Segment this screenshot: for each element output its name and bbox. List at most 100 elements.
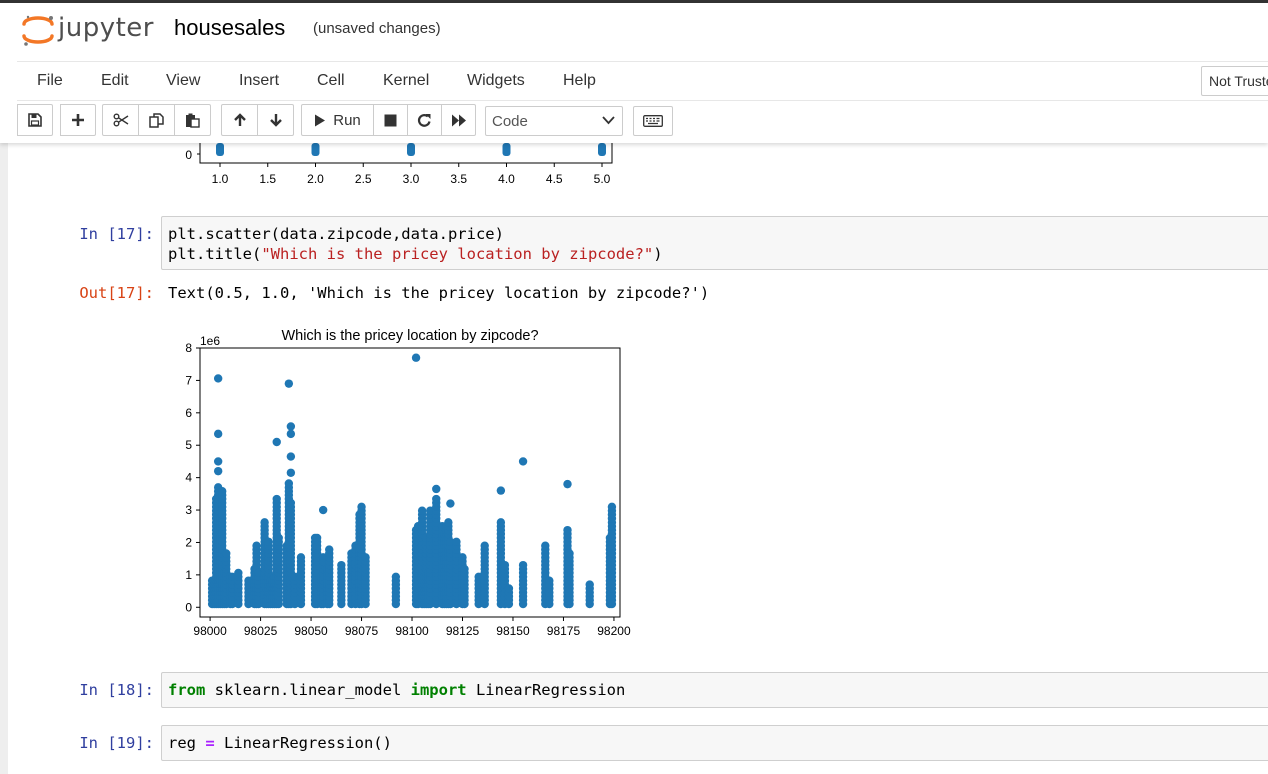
scatter-point: [518, 560, 528, 570]
scatter-point: [218, 487, 227, 496]
menu-edit[interactable]: Edit: [101, 72, 129, 90]
menu-widgets[interactable]: Widgets: [467, 72, 525, 90]
scatter-point: [391, 572, 401, 582]
cell-17-input[interactable]: plt.scatter(data.zipcode,data.price) plt…: [161, 216, 1268, 270]
x-tick-label: 4.5: [546, 172, 563, 186]
scatter-point: [286, 429, 296, 439]
scatter-point: [452, 537, 461, 547]
scatter-plot: Which is the pricey location by zipcode?…: [185, 328, 631, 638]
scatter-point: [213, 466, 223, 476]
x-tick-label: 98075: [345, 624, 379, 638]
x-tick-label: 1.0: [212, 172, 229, 186]
x-tick-label: 98000: [193, 624, 227, 638]
save-icon: [28, 113, 42, 127]
scatter-point: [545, 576, 554, 585]
scatter-point: [504, 584, 514, 593]
insert-cell-button[interactable]: [60, 104, 96, 136]
menu-file[interactable]: File: [37, 72, 63, 90]
scatter-point: [234, 568, 243, 578]
cell-19-input[interactable]: reg = LinearRegression(): [161, 725, 1268, 761]
stop-icon: [384, 114, 397, 126]
scatter-point: [286, 468, 296, 477]
run-all-button[interactable]: [441, 104, 476, 136]
save-button[interactable]: [17, 104, 53, 136]
fast-forward-icon: [451, 114, 466, 126]
x-tick-label: 98125: [446, 624, 480, 638]
move-up-button[interactable]: [221, 104, 258, 136]
code-call: plt.title(: [168, 245, 262, 263]
save-status: (unsaved changes): [313, 20, 441, 37]
toolbar-group-save: [17, 104, 53, 136]
scatter-point: [272, 437, 281, 447]
notebook-header: jupyter housesales (unsaved changes) Fil…: [0, 3, 1268, 143]
scatter-point: [264, 537, 273, 547]
menu-insert[interactable]: Insert: [239, 72, 279, 90]
notebook-name[interactable]: housesales: [174, 15, 285, 41]
x-tick-label: 1.5: [259, 172, 276, 186]
scatter-point: [607, 502, 617, 512]
cell-19-input-prompt: In [19]:: [79, 734, 154, 752]
scatter-point: [460, 564, 469, 574]
scatter-point: [444, 518, 453, 527]
scatter-point: [213, 457, 223, 466]
cell-18-input[interactable]: from sklearn.linear_model import LinearR…: [161, 672, 1268, 708]
menu-help[interactable]: Help: [563, 72, 596, 90]
scatter-point: [361, 553, 370, 562]
scatter-point: [284, 479, 294, 488]
previous-plot-output: 0 1.0 1.5 2.0 2.5 3.0 3.5 4.0 4.5 5.0: [185, 143, 613, 186]
run-button[interactable]: Run: [301, 104, 374, 136]
chevron-down-icon: [602, 116, 615, 125]
scatter-point: [222, 549, 231, 558]
x-tick-label: 98200: [597, 624, 631, 638]
jupyter-logo-text: jupyter: [58, 13, 154, 43]
scatter-point: [286, 422, 296, 431]
paste-button[interactable]: [174, 104, 211, 136]
bar-stack-mark: [598, 143, 606, 156]
scatter-point: [500, 560, 510, 570]
keyword-import: import: [410, 681, 467, 699]
cut-button[interactable]: [102, 104, 139, 136]
menu-bar: File Edit View Insert Cell Kernel Widgets Help: [17, 61, 1268, 101]
bar-stack-mark: [311, 143, 320, 156]
copy-button[interactable]: [138, 104, 175, 136]
scatter-point: [357, 502, 366, 512]
scatter-point: [432, 484, 441, 494]
scatter-point: [274, 533, 283, 543]
x-tick-label: 3.0: [403, 172, 420, 186]
scatter-point: [417, 506, 427, 515]
cell-type-select[interactable]: Code: [485, 106, 623, 136]
scatter-point: [252, 541, 261, 550]
menu-cell[interactable]: Cell: [317, 72, 345, 90]
move-down-button[interactable]: [257, 104, 294, 136]
code-var: reg: [168, 734, 206, 752]
menu-kernel[interactable]: Kernel: [383, 72, 429, 90]
x-tick-label: 98100: [395, 624, 429, 638]
scatter-point: [565, 549, 574, 558]
paste-icon: [186, 113, 200, 128]
scatter-point: [585, 580, 594, 589]
x-tick-label: 5.0: [594, 172, 611, 186]
scatter-point: [496, 486, 506, 495]
toolbar-group-insert: [60, 104, 96, 136]
interrupt-button[interactable]: [373, 104, 408, 136]
code-operator: =: [205, 734, 215, 752]
trusted-notebook-button[interactable]: Not Trusted: [1201, 66, 1268, 96]
restart-button[interactable]: [407, 104, 442, 136]
x-tick-label: 98025: [244, 624, 278, 638]
notebook-container: 0 1.0 1.5 2.0 2.5 3.0 3.5 4.0 4.5 5.0 In [17]: p…: [8, 143, 1268, 774]
plus-icon: [72, 114, 84, 126]
menu-view[interactable]: View: [166, 72, 200, 90]
cell-type-value: Code: [492, 113, 528, 130]
cell-17-output-text: Text(0.5, 1.0, 'Which is the pricey loca…: [168, 284, 710, 302]
toolbar-group-edit: [102, 104, 211, 136]
scatter-point: [286, 498, 296, 508]
scatter-point: [286, 452, 296, 461]
y-tick-label: 7: [185, 373, 192, 387]
y-tick-label: 6: [185, 406, 192, 420]
y-tick-label: 1: [185, 568, 192, 582]
code-line: plt.scatter(data.zipcode,data.price): [168, 225, 504, 243]
command-palette-button[interactable]: [633, 106, 673, 136]
x-tick-label: 2.5: [355, 172, 372, 186]
scatter-point: [318, 505, 328, 515]
x-tick-label: 98150: [496, 624, 530, 638]
